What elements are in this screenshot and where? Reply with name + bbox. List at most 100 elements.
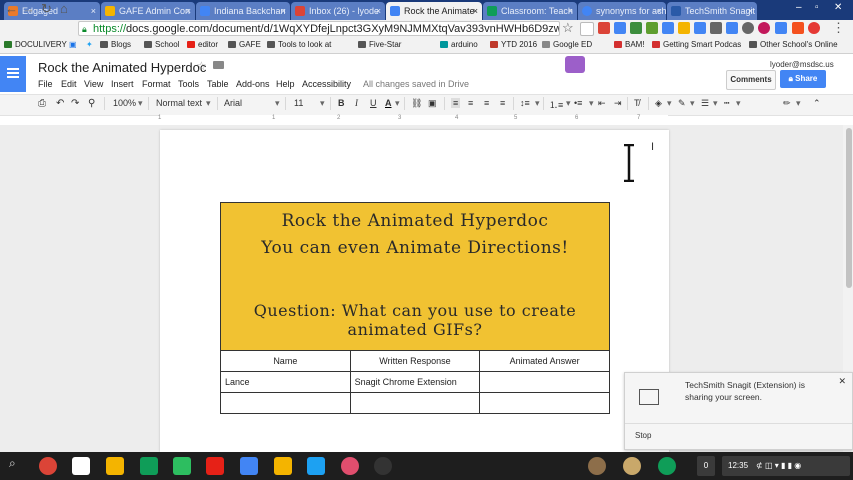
text-color-button[interactable]: A — [385, 98, 392, 108]
italic-button[interactable]: I — [355, 98, 358, 108]
gmail-app-icon[interactable] — [72, 457, 90, 475]
address-bar[interactable]: 🔒︎ https://docs.google.com/document/d/1Wq… — [78, 21, 560, 36]
system-tray[interactable]: 12:35 ⊄ ◫ ▾ ▮ ▮ ◉ — [722, 456, 850, 476]
increase-indent-icon[interactable]: ⇥ — [614, 98, 622, 109]
align-center-icon[interactable]: ≡ — [468, 98, 473, 108]
menu-format[interactable]: Format — [142, 79, 171, 89]
clear-formatting-icon[interactable]: T̸ — [634, 98, 640, 108]
twitter-app-icon[interactable] — [307, 457, 325, 475]
decrease-indent-icon[interactable]: ⇤ — [598, 98, 606, 109]
close-tab-icon[interactable]: × — [657, 2, 662, 20]
user-app-icon-2[interactable] — [623, 457, 641, 475]
close-icon[interactable]: ✕ — [838, 376, 846, 387]
fill-color-icon[interactable]: ◈ — [655, 98, 662, 109]
home-icon[interactable]: ⌂ — [60, 1, 68, 16]
close-tab-icon[interactable]: × — [376, 2, 381, 20]
star-icon[interactable]: ☆ — [196, 59, 207, 73]
browser-tab[interactable]: GAFE Admin Con × — [101, 2, 195, 20]
table-header-animated[interactable]: Animated Answer — [479, 350, 610, 372]
align-right-icon[interactable]: ≡ — [484, 98, 489, 108]
user-app-icon[interactable] — [588, 457, 606, 475]
close-window-icon[interactable]: ✕ — [834, 2, 842, 13]
font-select[interactable]: Arial — [224, 98, 242, 108]
bold-button[interactable]: B — [338, 98, 345, 108]
bookmark-star-icon[interactable]: ☆ — [562, 20, 574, 36]
border-dash-icon[interactable]: ┅ — [724, 98, 729, 109]
calendar-app-icon[interactable] — [240, 457, 258, 475]
align-left-icon[interactable]: ≡ — [451, 98, 461, 108]
document-title[interactable]: Rock the Animated Hyperdoc — [38, 60, 206, 75]
close-tab-icon[interactable]: × — [748, 2, 753, 20]
browser-tab[interactable]: Inbox (26) - lyode × — [291, 2, 385, 20]
share-button[interactable]: 🔒︎ Share — [780, 70, 826, 88]
keep-app-icon[interactable] — [274, 457, 292, 475]
table-cell[interactable] — [479, 392, 610, 414]
extension-blue-icon[interactable] — [662, 22, 674, 34]
bookmark-item[interactable]: arduino — [440, 40, 478, 49]
close-tab-icon[interactable]: × — [473, 2, 478, 20]
folder-icon[interactable] — [213, 61, 224, 69]
close-tab-icon[interactable]: × — [91, 2, 96, 20]
maximize-icon[interactable]: ▫ — [815, 2, 819, 13]
bulleted-list-icon[interactable]: •≡ — [574, 98, 582, 108]
classroom-app-icon[interactable] — [140, 457, 158, 475]
extension-plus-icon[interactable] — [792, 22, 804, 34]
menu-tools[interactable]: Tools — [178, 79, 199, 89]
table-cell[interactable] — [479, 371, 610, 393]
evernote-app-icon[interactable] — [173, 457, 191, 475]
extension-d-icon[interactable] — [614, 22, 626, 34]
extension-gmail-icon[interactable] — [598, 22, 610, 34]
editing-mode-pencil-icon[interactable]: ✏︎ — [783, 98, 791, 109]
print-icon[interactable]: ⎙ — [38, 98, 46, 109]
bookmark-item[interactable]: Google ED — [542, 40, 592, 49]
extension-pink-icon[interactable] — [758, 22, 770, 34]
paint-format-icon[interactable]: ⚲ — [88, 98, 95, 109]
notification-count[interactable]: 0 — [697, 456, 715, 476]
menu-view[interactable]: View — [84, 79, 103, 89]
bookmark-item[interactable]: editor — [187, 40, 218, 49]
bookmark-item[interactable]: Blogs — [100, 40, 131, 49]
bookmark-item[interactable]: Tools to look at — [267, 40, 331, 49]
line-spacing-icon[interactable]: ↕≡ — [520, 98, 530, 108]
scrollbar-thumb[interactable] — [846, 128, 852, 288]
browser-tab[interactable]: TechSmith Snagit × — [667, 2, 757, 20]
browser-tab[interactable]: Indiana Backchan × — [196, 2, 290, 20]
drive-app-icon[interactable] — [106, 457, 124, 475]
bookmark-item[interactable]: Five-Star — [358, 40, 401, 49]
extension-pinterest-icon[interactable] — [808, 22, 820, 34]
extension-blue2-icon[interactable] — [694, 22, 706, 34]
close-tab-icon[interactable]: × — [281, 2, 286, 20]
bookmark-item[interactable]: GAFE — [228, 40, 261, 49]
hangouts-app-icon[interactable] — [658, 457, 676, 475]
chrome-menu-icon[interactable]: ⋮ — [832, 20, 845, 36]
extension-grey-icon[interactable] — [710, 22, 722, 34]
table-header-name[interactable]: Name — [220, 350, 351, 372]
bookmark-item[interactable]: BAM! — [614, 40, 645, 49]
extension-keep-icon[interactable] — [678, 22, 690, 34]
youtube-app-icon[interactable] — [206, 457, 224, 475]
pink-app-icon[interactable] — [341, 457, 359, 475]
menu-edit[interactable]: Edit — [61, 79, 77, 89]
extension-s-icon[interactable] — [775, 22, 787, 34]
underline-button[interactable]: U — [370, 98, 377, 108]
forward-arrow-icon[interactable]: → — [22, 1, 35, 16]
back-arrow-icon[interactable]: ← — [5, 1, 18, 16]
border-width-icon[interactable]: ☰ — [701, 98, 709, 109]
extension-a-icon[interactable] — [646, 22, 658, 34]
table-cell[interactable]: Lance — [220, 371, 351, 393]
menu-file[interactable]: File — [38, 79, 53, 89]
browser-tab[interactable]: Edgaged × — [4, 2, 100, 20]
docs-home-icon[interactable] — [0, 56, 26, 92]
addon-puzzle-icon[interactable] — [565, 56, 585, 73]
dark-app-icon[interactable] — [374, 457, 392, 475]
close-tab-icon[interactable]: × — [186, 2, 191, 20]
menu-insert[interactable]: Insert — [111, 79, 134, 89]
bookmark-item[interactable]: Other School's Online — [749, 40, 838, 49]
numbered-list-icon[interactable]: ⒈≡ — [549, 98, 563, 111]
extension-blue3-icon[interactable] — [726, 22, 738, 34]
stop-sharing-button[interactable]: Stop — [635, 431, 651, 440]
table-cell[interactable]: Snagit Chrome Extension — [349, 371, 481, 393]
bookmark-item[interactable]: School — [144, 40, 179, 49]
menu-help[interactable]: Help — [276, 79, 295, 89]
menu-table[interactable]: Table — [207, 79, 229, 89]
